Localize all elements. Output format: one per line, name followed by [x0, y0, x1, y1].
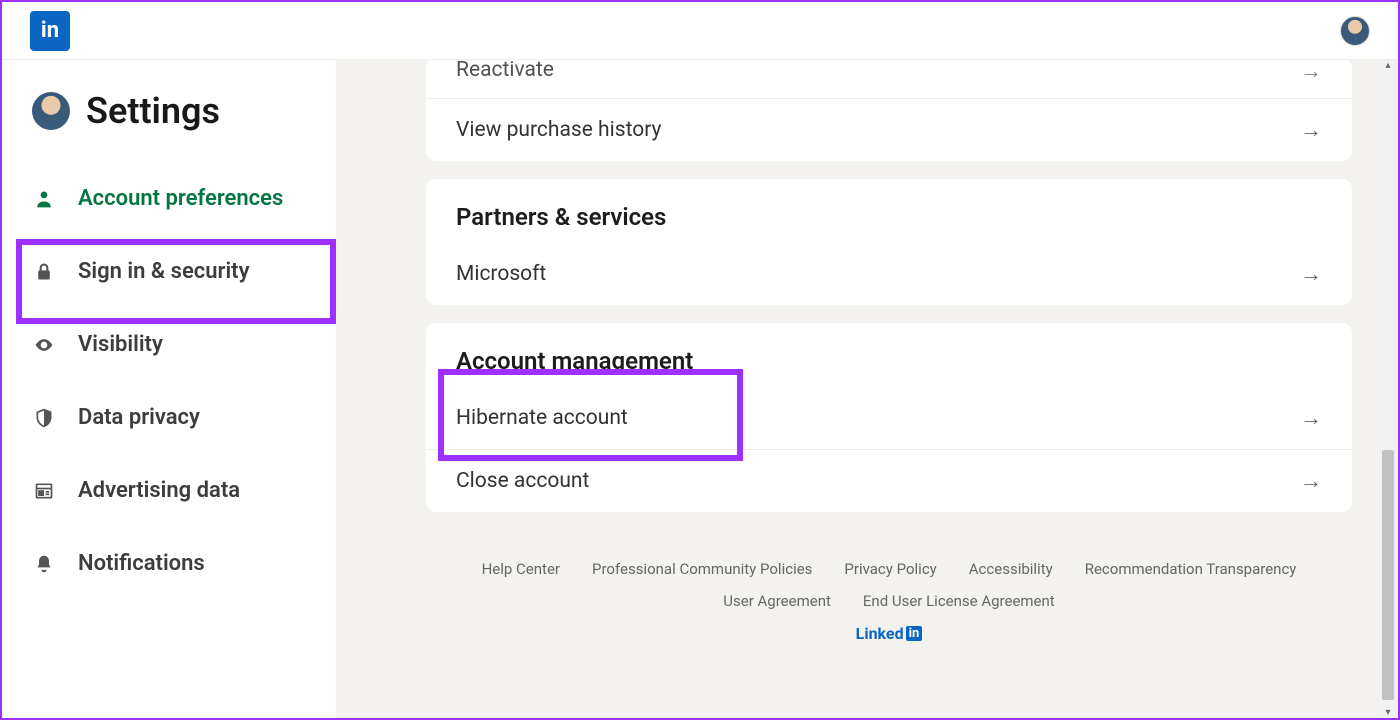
- scroll-up-icon[interactable]: ▴: [1380, 60, 1396, 71]
- sidebar-item-account-preferences[interactable]: Account preferences: [2, 162, 336, 235]
- sidebar-item-sign-in-security[interactable]: Sign in & security: [2, 235, 336, 308]
- scrollbar[interactable]: ▴ ▾: [1380, 60, 1396, 718]
- sidebar-item-label: Data privacy: [78, 405, 200, 430]
- sidebar-item-data-privacy[interactable]: Data privacy: [2, 381, 336, 454]
- row-label: Hibernate account: [456, 406, 628, 430]
- footer-link-help-center[interactable]: Help Center: [482, 560, 560, 578]
- settings-sidebar: Settings Account preferences Sign in & s…: [2, 60, 336, 718]
- row-close-account[interactable]: Close account →: [426, 449, 1352, 512]
- chevron-right-icon: →: [1300, 261, 1322, 287]
- sidebar-item-visibility[interactable]: Visibility: [2, 308, 336, 381]
- user-avatar-icon: [32, 92, 70, 130]
- footer-link-recommendation-transparency[interactable]: Recommendation Transparency: [1085, 560, 1297, 578]
- row-view-purchase-history[interactable]: View purchase history →: [426, 98, 1352, 161]
- footer: Help Center Professional Community Polic…: [426, 530, 1352, 653]
- sidebar-item-label: Notifications: [78, 551, 205, 576]
- partners-services-card: Partners & services Microsoft →: [426, 179, 1352, 305]
- subscriptions-card: Reactivate → View purchase history →: [426, 60, 1352, 161]
- account-management-card: Account management Hibernate account → C…: [426, 323, 1352, 512]
- footer-link-privacy-policy[interactable]: Privacy Policy: [844, 560, 936, 578]
- section-title-partners: Partners & services: [426, 179, 1352, 243]
- footer-link-accessibility[interactable]: Accessibility: [969, 560, 1053, 578]
- chevron-right-icon: →: [1300, 405, 1322, 431]
- sidebar-item-label: Sign in & security: [78, 259, 250, 284]
- chevron-right-icon: →: [1300, 60, 1322, 84]
- footer-link-eula[interactable]: End User License Agreement: [863, 592, 1055, 610]
- sidebar-item-label: Visibility: [78, 332, 163, 357]
- row-label: Microsoft: [456, 262, 546, 286]
- row-label: Close account: [456, 469, 589, 493]
- scroll-down-icon[interactable]: ▾: [1380, 707, 1396, 718]
- newspaper-icon: [32, 481, 56, 501]
- row-microsoft[interactable]: Microsoft →: [426, 243, 1352, 305]
- sidebar-item-label: Advertising data: [78, 478, 240, 503]
- profile-avatar-icon[interactable]: [1340, 16, 1370, 46]
- footer-links-row2: User Agreement End User License Agreemen…: [466, 592, 1312, 610]
- chevron-right-icon: →: [1300, 468, 1322, 494]
- linkedin-logo-icon[interactable]: in: [30, 11, 70, 51]
- sidebar-item-label: Account preferences: [78, 186, 283, 211]
- footer-link-community-policies[interactable]: Professional Community Policies: [592, 560, 812, 578]
- row-label: View purchase history: [456, 118, 661, 142]
- lock-icon: [32, 262, 56, 282]
- sidebar-item-advertising-data[interactable]: Advertising data: [2, 454, 336, 527]
- bell-icon: [32, 553, 56, 575]
- settings-title: Settings: [86, 90, 220, 132]
- eye-icon: [32, 335, 56, 355]
- footer-link-user-agreement[interactable]: User Agreement: [723, 592, 831, 610]
- row-reactivate[interactable]: Reactivate →: [426, 60, 1352, 98]
- footer-links-row1: Help Center Professional Community Polic…: [466, 560, 1312, 578]
- person-icon: [32, 189, 56, 209]
- main-content: Reactivate → View purchase history → Par…: [336, 60, 1398, 718]
- shield-icon: [32, 407, 56, 429]
- section-title-account-management: Account management: [426, 323, 1352, 387]
- settings-header: Settings: [2, 90, 336, 162]
- sidebar-item-notifications[interactable]: Notifications: [2, 527, 336, 600]
- row-hibernate-account[interactable]: Hibernate account →: [426, 387, 1352, 449]
- top-bar: in: [2, 2, 1398, 60]
- linkedin-footer-logo-icon: Linkedin: [856, 624, 923, 643]
- scroll-thumb[interactable]: [1382, 450, 1394, 700]
- row-label: Reactivate: [456, 60, 554, 82]
- chevron-right-icon: →: [1300, 117, 1322, 143]
